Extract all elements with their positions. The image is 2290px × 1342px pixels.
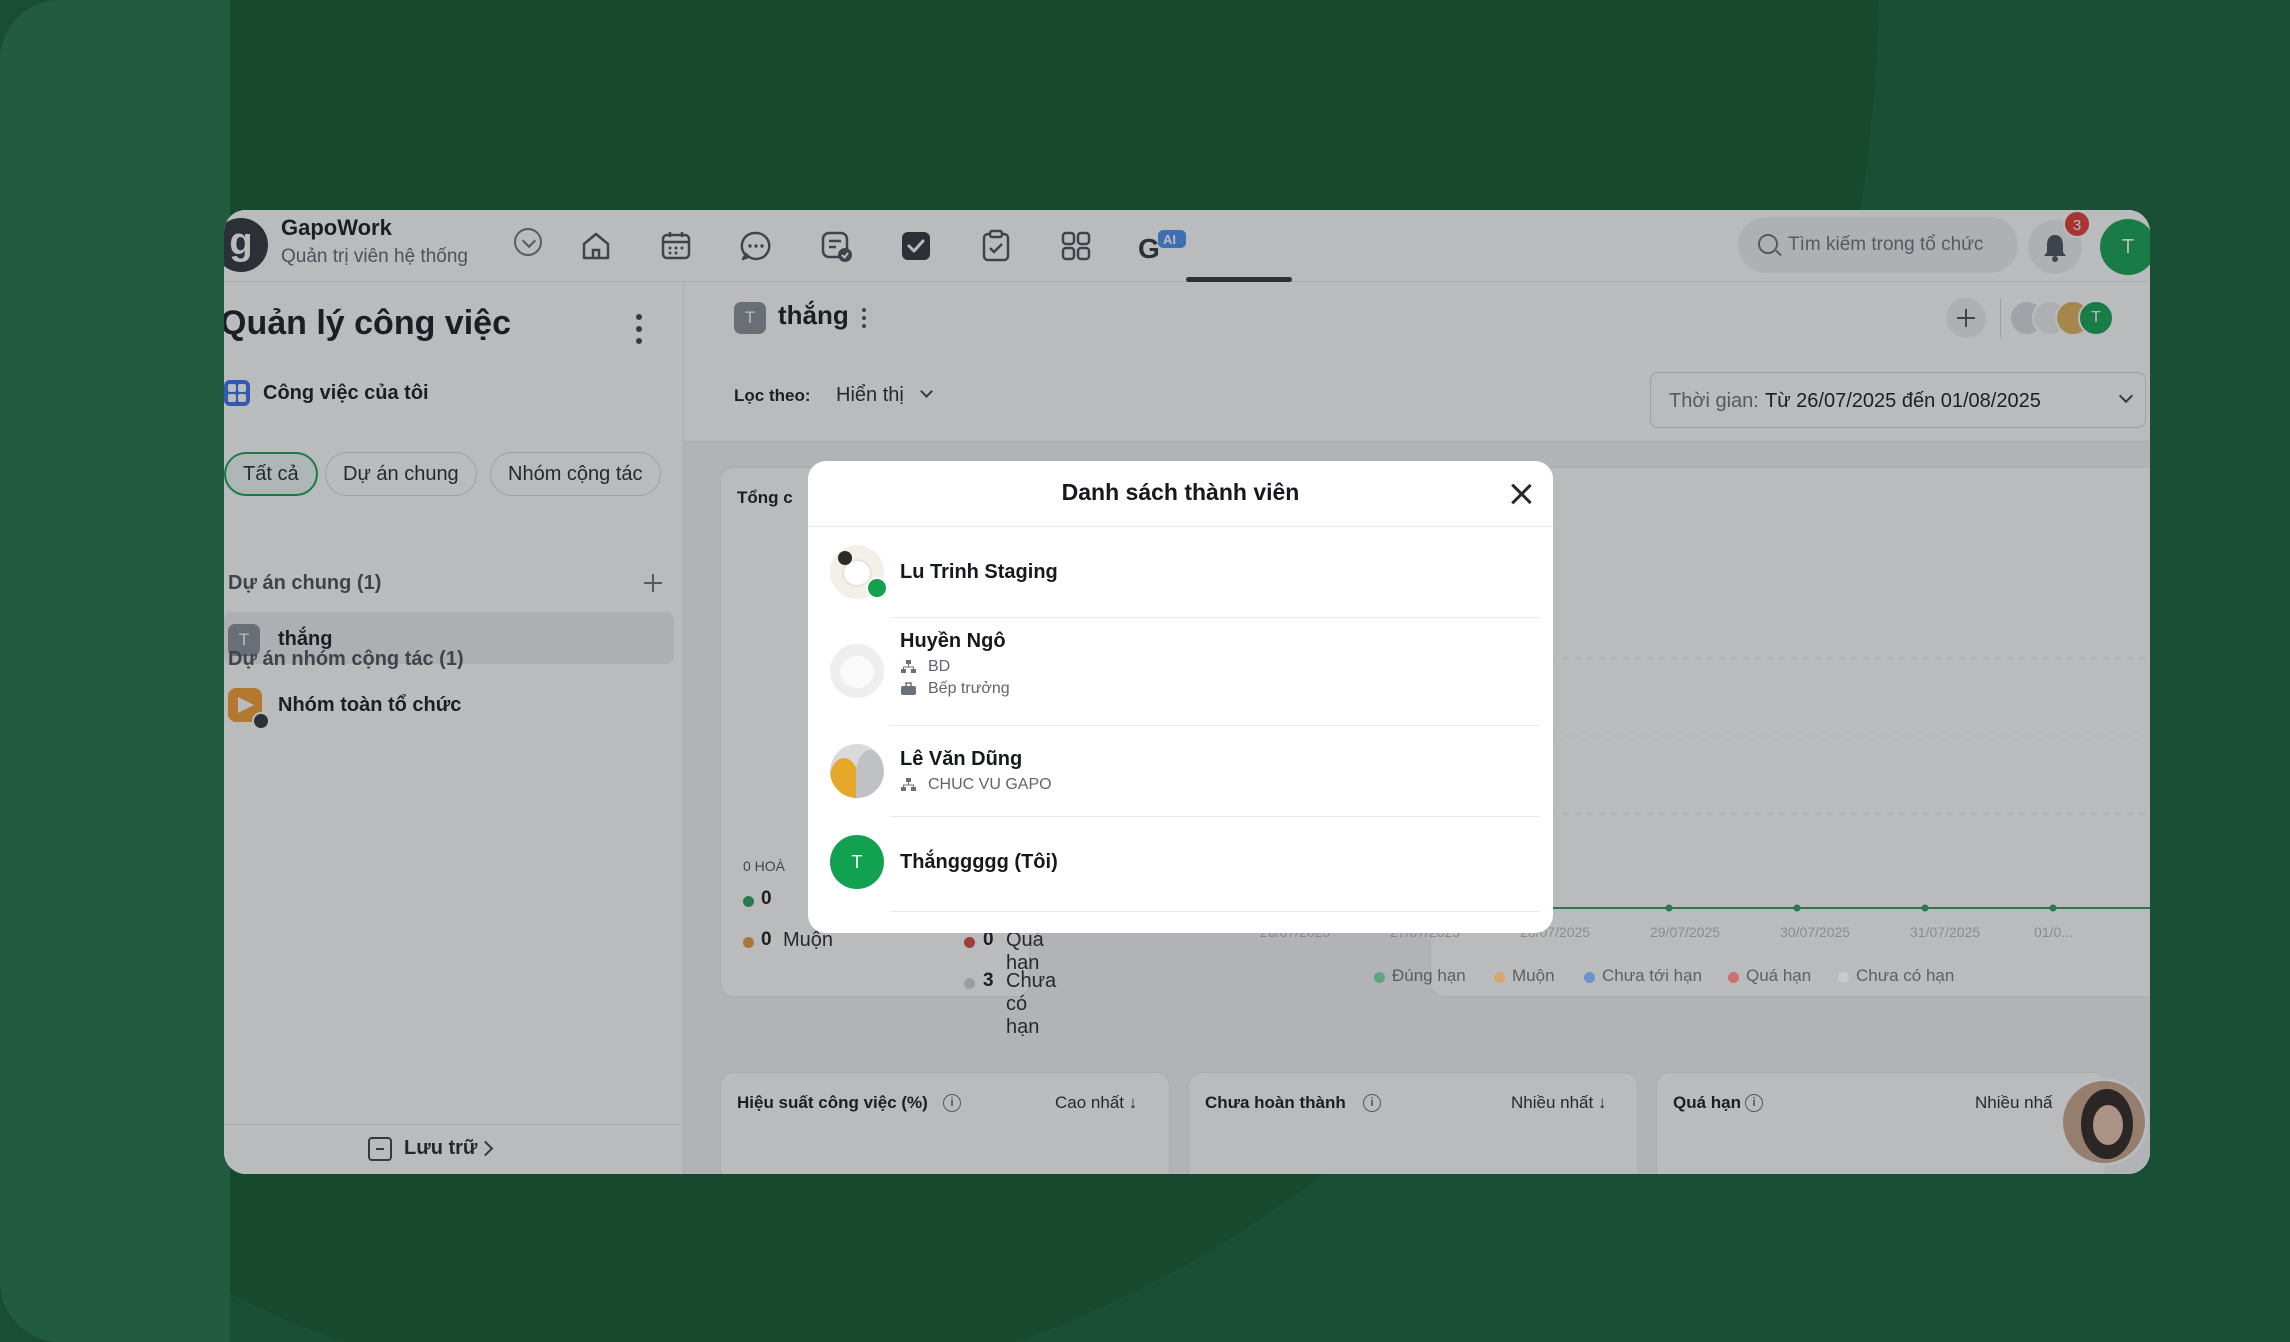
- background-left-band: [0, 0, 230, 1342]
- member-name: Lê Văn Dũng: [900, 748, 1023, 770]
- admin-badge-icon: [866, 577, 888, 599]
- close-icon[interactable]: [1508, 481, 1534, 507]
- dialog-title: Danh sách thành viên: [1061, 479, 1300, 505]
- member-department: BD: [928, 658, 951, 675]
- department-icon: [901, 660, 916, 673]
- member-avatar: T: [830, 835, 884, 889]
- member-name: Lu Trinh Staging: [900, 561, 1058, 583]
- briefcase-icon: [901, 682, 916, 695]
- member-list-dialog: Danh sách thành viên Lu Trinh Staging Hu…: [808, 461, 1553, 933]
- member-row[interactable]: Huyền Ngô BD Bếp trưởng: [808, 618, 1553, 726]
- row-divider: [890, 911, 1540, 912]
- member-avatar: [830, 744, 884, 798]
- member-row[interactable]: Lu Trinh Staging: [808, 527, 1553, 618]
- member-row[interactable]: Lê Văn Dũng CHUC VU GAPO: [808, 726, 1553, 817]
- department-icon: [901, 778, 916, 791]
- member-row[interactable]: T Thắnggggg (Tôi): [808, 817, 1553, 912]
- app-window: g GapoWork Quản trị viên hệ thống G AI T…: [224, 210, 2150, 1174]
- member-department: CHUC VU GAPO: [928, 776, 1052, 793]
- member-name: Huyền Ngô: [900, 630, 1006, 652]
- member-position: Bếp trưởng: [928, 680, 1010, 697]
- member-avatar: [830, 644, 884, 698]
- member-name: Thắnggggg (Tôi): [900, 851, 1058, 873]
